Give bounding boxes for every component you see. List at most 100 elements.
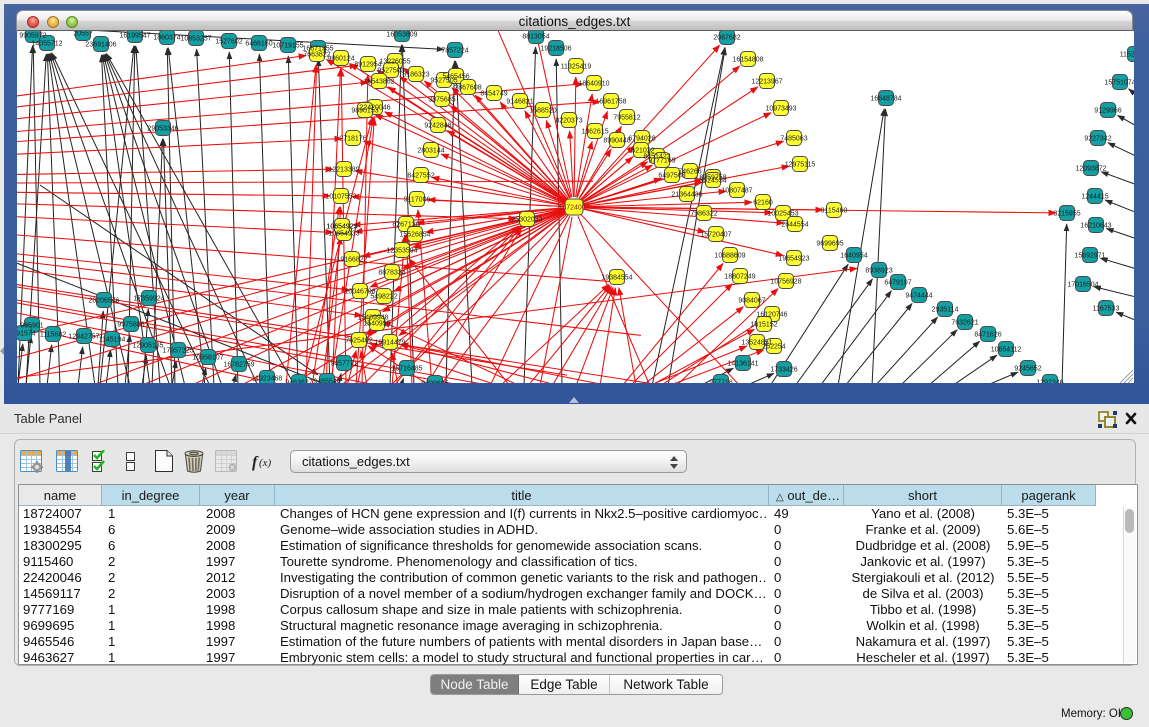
svg-text:5465456: 5465456	[442, 74, 469, 81]
svg-text:9117006: 9117006	[404, 197, 431, 204]
svg-text:6479197: 6479197	[884, 280, 911, 287]
svg-text:7955812: 7955812	[613, 115, 640, 122]
svg-text:17957225: 17957225	[162, 348, 193, 355]
svg-text:9463627: 9463627	[285, 380, 312, 384]
svg-text:8471626: 8471626	[974, 332, 1001, 339]
svg-text:9146821: 9146821	[506, 99, 533, 106]
svg-text:16120746: 16120746	[756, 312, 787, 319]
svg-text:21364436: 21364436	[671, 192, 702, 199]
svg-text:20557: 20557	[73, 31, 93, 38]
svg-text:11523339: 11523339	[1120, 52, 1134, 59]
svg-text:6794028: 6794028	[628, 136, 655, 143]
svg-text:62160: 62160	[753, 200, 773, 207]
svg-text:16543862: 16543862	[363, 79, 394, 86]
svg-text:10807487: 10807487	[721, 188, 752, 195]
svg-text:16914479: 16914479	[374, 340, 405, 347]
svg-text:985901: 985901	[20, 323, 43, 330]
svg-text:3215955: 3215955	[1053, 211, 1080, 218]
svg-text:9474444: 9474444	[905, 293, 932, 300]
svg-text:14136141: 14136141	[727, 361, 758, 368]
svg-text:8427552: 8427552	[407, 173, 434, 180]
svg-text:10107553: 10107553	[325, 194, 356, 201]
svg-text:9699695: 9699695	[816, 241, 843, 248]
svg-text:16154808: 16154808	[732, 57, 763, 64]
svg-text:11325419: 11325419	[561, 64, 592, 71]
svg-text:1292346: 1292346	[1036, 380, 1063, 384]
svg-text:25302033: 25302033	[511, 217, 542, 224]
svg-text:7857224: 7857224	[441, 48, 468, 55]
svg-text:20206576: 20206576	[88, 298, 119, 305]
svg-text:1115682: 1115682	[40, 332, 66, 339]
svg-text:15526854: 15526854	[399, 232, 430, 239]
svg-text:2644554: 2644554	[781, 222, 808, 229]
svg-text:23691406: 23691406	[85, 42, 116, 49]
svg-text:12093872: 12093872	[1075, 166, 1106, 173]
svg-text:7632621: 7632621	[951, 320, 978, 327]
svg-text:10654112: 10654112	[991, 347, 1022, 354]
svg-text:8813054: 8813054	[522, 34, 549, 41]
svg-text:19654923: 19654923	[778, 256, 809, 263]
svg-text:17359924: 17359924	[133, 296, 164, 303]
svg-text:10688609: 10688609	[714, 253, 745, 260]
svg-text:8990448: 8990448	[603, 138, 630, 145]
svg-text:14055712: 14055712	[31, 41, 62, 48]
svg-text:8267130: 8267130	[392, 222, 419, 229]
svg-text:15720407: 15720407	[700, 232, 731, 239]
svg-text:9699695: 9699695	[421, 381, 448, 384]
svg-text:3875685: 3875685	[428, 97, 455, 104]
svg-text:8220373: 8220373	[555, 118, 582, 125]
svg-text:1244415: 1244415	[1081, 194, 1108, 201]
svg-text:18640910: 18640910	[578, 81, 609, 88]
svg-text:10719155: 10719155	[272, 43, 303, 50]
svg-text:16053809: 16053809	[386, 32, 417, 39]
svg-text:10756928: 10756928	[770, 279, 801, 286]
svg-text:9227342: 9227342	[1084, 136, 1111, 143]
svg-text:1640954: 1640954	[840, 253, 867, 260]
svg-text:12975115: 12975115	[785, 162, 816, 169]
svg-text:7625402: 7625402	[345, 338, 372, 345]
svg-text:6497568: 6497568	[658, 173, 685, 180]
svg-text:10973493: 10973493	[765, 106, 796, 113]
svg-text:9777169: 9777169	[648, 158, 675, 165]
svg-text:1733426: 1733426	[770, 367, 797, 374]
svg-text:10654923: 10654923	[326, 224, 357, 231]
svg-text:977716: 977716	[709, 380, 732, 384]
svg-text:15716485: 15716485	[391, 366, 422, 373]
svg-text:1145194: 1145194	[99, 337, 126, 344]
svg-text:10958107: 10958107	[192, 355, 223, 362]
svg-text:16961758: 16961758	[595, 99, 626, 106]
svg-text:7986322: 7986322	[690, 211, 717, 218]
svg-text:2718176: 2718176	[339, 136, 366, 143]
svg-text:8878334: 8878334	[378, 270, 405, 277]
svg-text:16210643: 16210643	[1080, 223, 1111, 230]
svg-text:12213967: 12213967	[751, 79, 782, 86]
svg-text:10854933: 10854933	[328, 231, 359, 238]
svg-text:15751074: 15751074	[1104, 80, 1134, 87]
svg-text:252254: 252254	[762, 344, 785, 351]
svg-text:2935114: 2935114	[932, 307, 959, 314]
svg-text:11923468: 11923468	[252, 376, 283, 383]
svg-text:9115460: 9115460	[821, 208, 848, 215]
svg-text:2087682: 2087682	[713, 35, 740, 42]
svg-text:12353594: 12353594	[386, 248, 417, 255]
svg-text:9084067: 9084067	[738, 298, 765, 305]
svg-text:391574: 391574	[17, 331, 36, 338]
svg-text:1167533: 1167533	[1093, 306, 1120, 313]
svg-text:1527602: 1527602	[215, 39, 242, 46]
svg-text:19218506: 19218506	[540, 46, 571, 53]
svg-text:1615152: 1615152	[750, 322, 777, 329]
svg-text:1588520: 1588520	[529, 108, 556, 115]
svg-text:5498222: 5498222	[370, 294, 397, 301]
svg-text:9457771: 9457771	[330, 361, 357, 368]
svg-text:15692971: 15692971	[1074, 253, 1105, 260]
svg-text:2867608: 2867608	[454, 85, 481, 92]
svg-text:8938923: 8938923	[865, 268, 892, 275]
svg-text:29053346: 29053346	[147, 126, 178, 133]
svg-text:9905972: 9905972	[19, 33, 46, 40]
svg-text:1362615: 1362615	[581, 129, 608, 136]
svg-text:(x): (x)	[259, 457, 272, 469]
svg-text:9465546: 9465546	[313, 379, 340, 384]
svg-text:16648784: 16648784	[870, 96, 901, 103]
svg-text:13226055: 13226055	[379, 59, 410, 66]
svg-text:1860374: 1860374	[153, 35, 180, 42]
